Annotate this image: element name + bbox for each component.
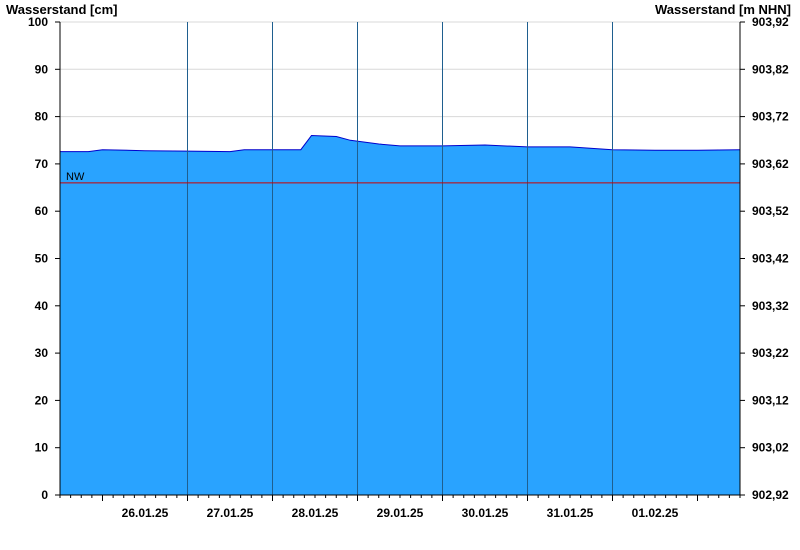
x-tick-label: 26.01.25 <box>122 506 169 520</box>
right-tick-label: 903,72 <box>752 110 789 124</box>
left-tick-label: 20 <box>35 393 49 407</box>
left-tick-label: 60 <box>35 204 49 218</box>
right-tick-label: 903,02 <box>752 441 789 455</box>
left-tick-label: 40 <box>35 299 49 313</box>
water-level-fill <box>60 135 740 495</box>
right-tick-label: 903,62 <box>752 157 789 171</box>
left-tick-label: 70 <box>35 157 49 171</box>
right-tick-label: 903,82 <box>752 62 789 76</box>
x-tick-label: 27.01.25 <box>207 506 254 520</box>
right-tick-label: 903,32 <box>752 299 789 313</box>
left-tick-label: 30 <box>35 346 49 360</box>
right-tick-label: 903,42 <box>752 252 789 266</box>
x-tick-label: 28.01.25 <box>292 506 339 520</box>
left-tick-label: 50 <box>35 252 49 266</box>
left-tick-label: 90 <box>35 62 49 76</box>
left-tick-label: 80 <box>35 110 49 124</box>
x-tick-label: 29.01.25 <box>377 506 424 520</box>
left-axis-title: Wasserstand [cm] <box>6 2 118 17</box>
left-tick-label: 0 <box>41 488 48 502</box>
x-tick-label: 30.01.25 <box>462 506 509 520</box>
nw-label: NW <box>66 171 85 183</box>
right-tick-label: 903,52 <box>752 204 789 218</box>
water-level-area <box>60 134 741 495</box>
right-tick-label: 903,12 <box>752 393 789 407</box>
right-tick-label: 902,92 <box>752 488 789 502</box>
water-level-chart: Wasserstand [cm] Wasserstand [m NHN] NW … <box>0 0 800 550</box>
x-tick-label: 31.01.25 <box>547 506 594 520</box>
x-tick-label: 01.02.25 <box>632 506 679 520</box>
right-tick-label: 903,22 <box>752 346 789 360</box>
left-tick-label: 10 <box>35 441 49 455</box>
left-tick-label: 100 <box>28 15 48 29</box>
right-tick-label: 903,92 <box>752 15 789 29</box>
